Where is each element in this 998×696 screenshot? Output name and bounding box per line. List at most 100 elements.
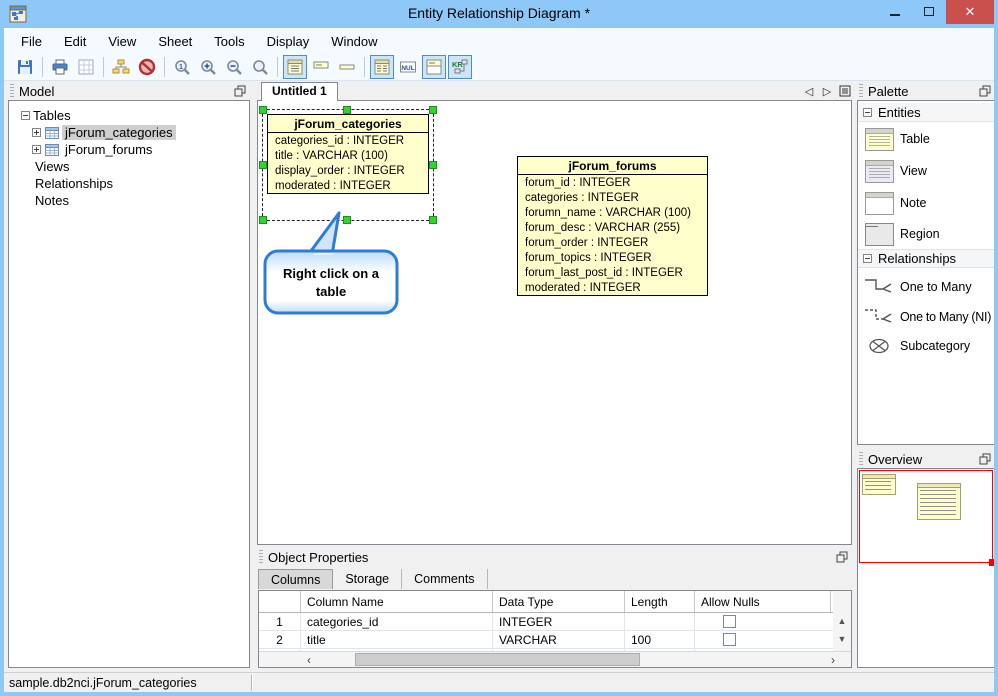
overview-panel-header[interactable]: Overview [857, 450, 995, 468]
toolbar-separator [42, 57, 43, 77]
cell-data-type[interactable]: INTEGER [493, 613, 625, 630]
properties-panel-header[interactable]: Object Properties [257, 548, 852, 566]
cancel-icon[interactable] [135, 55, 159, 79]
collapse-icon[interactable] [21, 111, 30, 120]
collapse-icon[interactable] [863, 107, 872, 117]
menu-edit[interactable]: Edit [53, 30, 97, 53]
diagram-canvas[interactable]: jForum_categories categories_id : INTEGE… [257, 100, 852, 545]
float-panel-icon[interactable] [979, 85, 991, 97]
scroll-up-icon[interactable]: ▲ [834, 613, 850, 629]
expand-icon[interactable] [32, 145, 41, 154]
palette-item-one-to-many-ni[interactable]: One to Many (NI) [858, 302, 994, 332]
grid-row[interactable]: 1 categories_id INTEGER [259, 613, 851, 631]
tree-node-notes[interactable]: Notes [21, 192, 176, 209]
maximize-icon [924, 6, 934, 16]
tab-list-icon[interactable] [838, 84, 852, 98]
tree-node-notes-label[interactable]: Notes [32, 193, 72, 208]
tree-node-label[interactable]: jForum_categories [62, 125, 176, 140]
tab-comments[interactable]: Comments [402, 569, 488, 589]
title-bar[interactable]: Entity Relationship Diagram * ✕ [0, 0, 998, 28]
tab-columns[interactable]: Columns [258, 569, 334, 589]
cell-column-name[interactable]: categories_id [301, 613, 493, 630]
one-to-many-icon [862, 277, 896, 297]
tab-scroll-right-icon[interactable]: ▷ [820, 84, 834, 98]
print-icon[interactable] [48, 55, 72, 79]
menu-view[interactable]: View [97, 30, 147, 53]
menu-file[interactable]: File [10, 30, 53, 53]
tree-node-tables-label[interactable]: Tables [30, 108, 74, 123]
expand-icon[interactable] [32, 128, 41, 137]
tree-node-relationships[interactable]: Relationships [21, 175, 176, 192]
zoom-in-icon[interactable] [196, 55, 220, 79]
allow-nulls-checkbox[interactable] [723, 615, 736, 628]
grid-horizontal-scrollbar[interactable]: ‹ › [259, 651, 851, 667]
entity-jforum-categories[interactable]: jForum_categories categories_id : INTEGE… [267, 114, 429, 194]
palette-item-subcategory[interactable]: Subcategory [858, 331, 994, 361]
menu-window[interactable]: Window [320, 30, 388, 53]
auto-layout-icon[interactable] [109, 55, 133, 79]
selection-handle-ne[interactable] [429, 106, 437, 114]
zoom-out-icon[interactable] [222, 55, 246, 79]
scrollbar-thumb[interactable] [355, 653, 640, 666]
scroll-right-icon[interactable]: › [825, 652, 841, 668]
view-keys-icon[interactable]: KR [448, 55, 472, 79]
close-button[interactable]: ✕ [946, 0, 994, 24]
view-compact-icon[interactable] [309, 55, 333, 79]
view-columns-icon[interactable] [370, 55, 394, 79]
grid-vertical-scrollbar[interactable]: ▲ ▼ [833, 591, 851, 651]
view-attributes-icon[interactable] [283, 55, 307, 79]
float-panel-icon[interactable] [836, 551, 848, 563]
scroll-down-icon[interactable]: ▼ [834, 631, 850, 647]
palette-section-entities[interactable]: Entities [858, 103, 994, 122]
palette-item-view[interactable]: View [858, 156, 994, 186]
save-icon[interactable] [13, 55, 37, 79]
selection-handle-se[interactable] [429, 216, 437, 224]
selection-handle-nw[interactable] [259, 106, 267, 114]
view-minimal-icon[interactable] [335, 55, 359, 79]
menu-tools[interactable]: Tools [203, 30, 255, 53]
tab-untitled-1[interactable]: Untitled 1 [261, 82, 338, 101]
palette-item-region[interactable]: Region [858, 219, 994, 249]
tab-scroll-left-icon[interactable]: ◁ [802, 84, 816, 98]
tree-node-views-label[interactable]: Views [32, 159, 72, 174]
allow-nulls-checkbox[interactable] [723, 633, 736, 646]
entity-title: jForum_forums [518, 157, 707, 175]
palette-item-one-to-many[interactable]: One to Many [858, 272, 994, 302]
selection-handle-e[interactable] [429, 161, 437, 169]
maximize-button[interactable] [912, 0, 946, 22]
minimize-button[interactable] [878, 0, 912, 22]
view-header-icon[interactable] [422, 55, 446, 79]
selection-handle-w[interactable] [259, 161, 267, 169]
callout-bubble[interactable]: Right click on a table [258, 209, 410, 321]
tree-node-jForum_forums[interactable]: jForum_forums [21, 141, 176, 158]
tree-node-tables[interactable]: Tables [21, 107, 176, 124]
float-panel-icon[interactable] [234, 85, 246, 97]
menu-display[interactable]: Display [256, 30, 321, 53]
menu-sheet[interactable]: Sheet [147, 30, 203, 53]
tree-node-relationships-label[interactable]: Relationships [32, 176, 116, 191]
selection-handle-n[interactable] [343, 106, 351, 114]
cell-length[interactable]: 100 [625, 631, 695, 648]
entity-jforum-forums[interactable]: jForum_forums forum_id : INTEGER categori… [517, 156, 708, 296]
page-grid-icon[interactable] [74, 55, 98, 79]
palette-item-table[interactable]: Table [858, 124, 994, 154]
tree-node-label[interactable]: jForum_forums [62, 142, 155, 157]
view-nullable-icon[interactable]: NUL [396, 55, 420, 79]
palette-item-note[interactable]: Note [858, 188, 994, 218]
tree-node-views[interactable]: Views [21, 158, 176, 175]
model-panel-header[interactable]: Model [8, 82, 250, 100]
cell-length[interactable] [625, 613, 695, 630]
zoom-actual-icon[interactable]: 1 [170, 55, 194, 79]
collapse-icon[interactable] [863, 254, 872, 263]
grid-row[interactable]: 2 title VARCHAR 100 [259, 631, 851, 649]
scroll-left-icon[interactable]: ‹ [301, 652, 317, 668]
tree-node-jForum_categories[interactable]: jForum_categories [21, 124, 176, 141]
zoom-icon[interactable] [248, 55, 272, 79]
float-panel-icon[interactable] [979, 453, 991, 465]
palette-section-relationships[interactable]: Relationships [858, 249, 994, 268]
cell-data-type[interactable]: VARCHAR [493, 631, 625, 648]
palette-panel-header[interactable]: Palette [857, 82, 995, 100]
cell-column-name[interactable]: title [301, 631, 493, 648]
tab-storage[interactable]: Storage [333, 569, 403, 589]
one-to-many-ni-icon [862, 307, 896, 327]
